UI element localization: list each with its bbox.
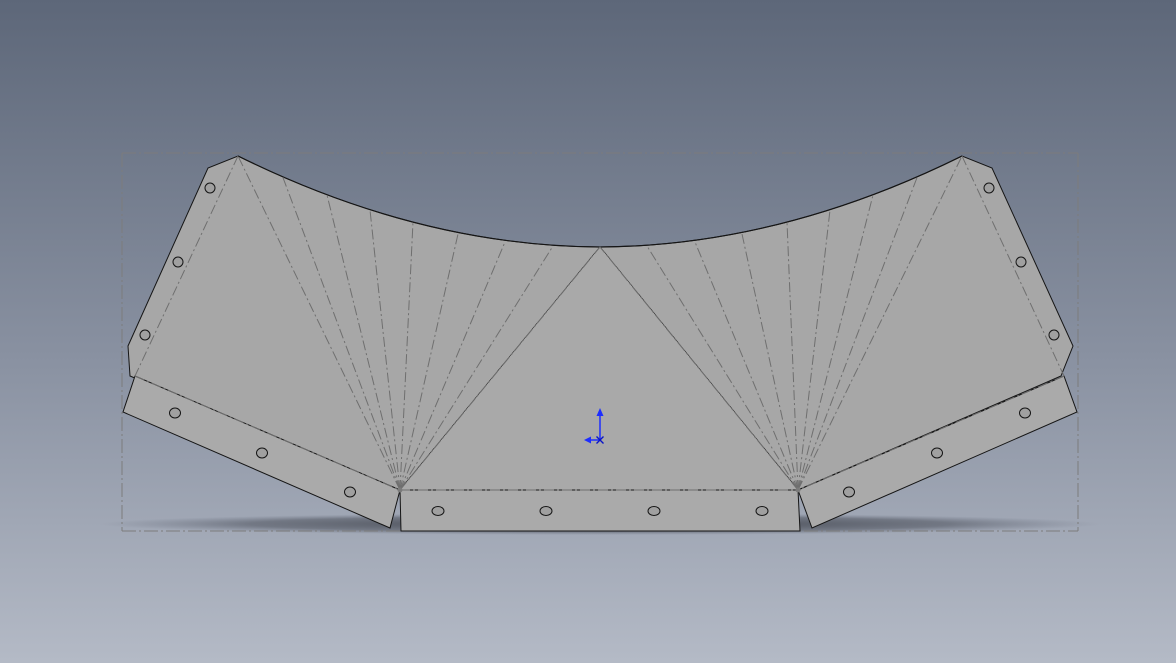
model-canvas[interactable]: [0, 0, 1176, 663]
hole[interactable]: [1015, 256, 1027, 268]
bottom-flange-tab[interactable]: [399, 489, 801, 532]
graphics-viewport[interactable]: [0, 0, 1176, 663]
hole[interactable]: [843, 486, 855, 498]
hole[interactable]: [931, 447, 943, 459]
hole[interactable]: [755, 506, 769, 516]
hole[interactable]: [431, 506, 445, 516]
hole[interactable]: [539, 506, 553, 516]
hole[interactable]: [983, 182, 995, 194]
left-vertex-point: [397, 487, 403, 493]
right-vertex-point: [795, 487, 801, 493]
hole[interactable]: [1048, 329, 1060, 341]
hole[interactable]: [1019, 407, 1031, 419]
hole[interactable]: [172, 256, 184, 268]
hole[interactable]: [344, 486, 356, 498]
hole[interactable]: [647, 506, 661, 516]
hole[interactable]: [139, 329, 151, 341]
hole[interactable]: [169, 407, 181, 419]
hole[interactable]: [256, 447, 268, 459]
hole[interactable]: [204, 182, 216, 194]
